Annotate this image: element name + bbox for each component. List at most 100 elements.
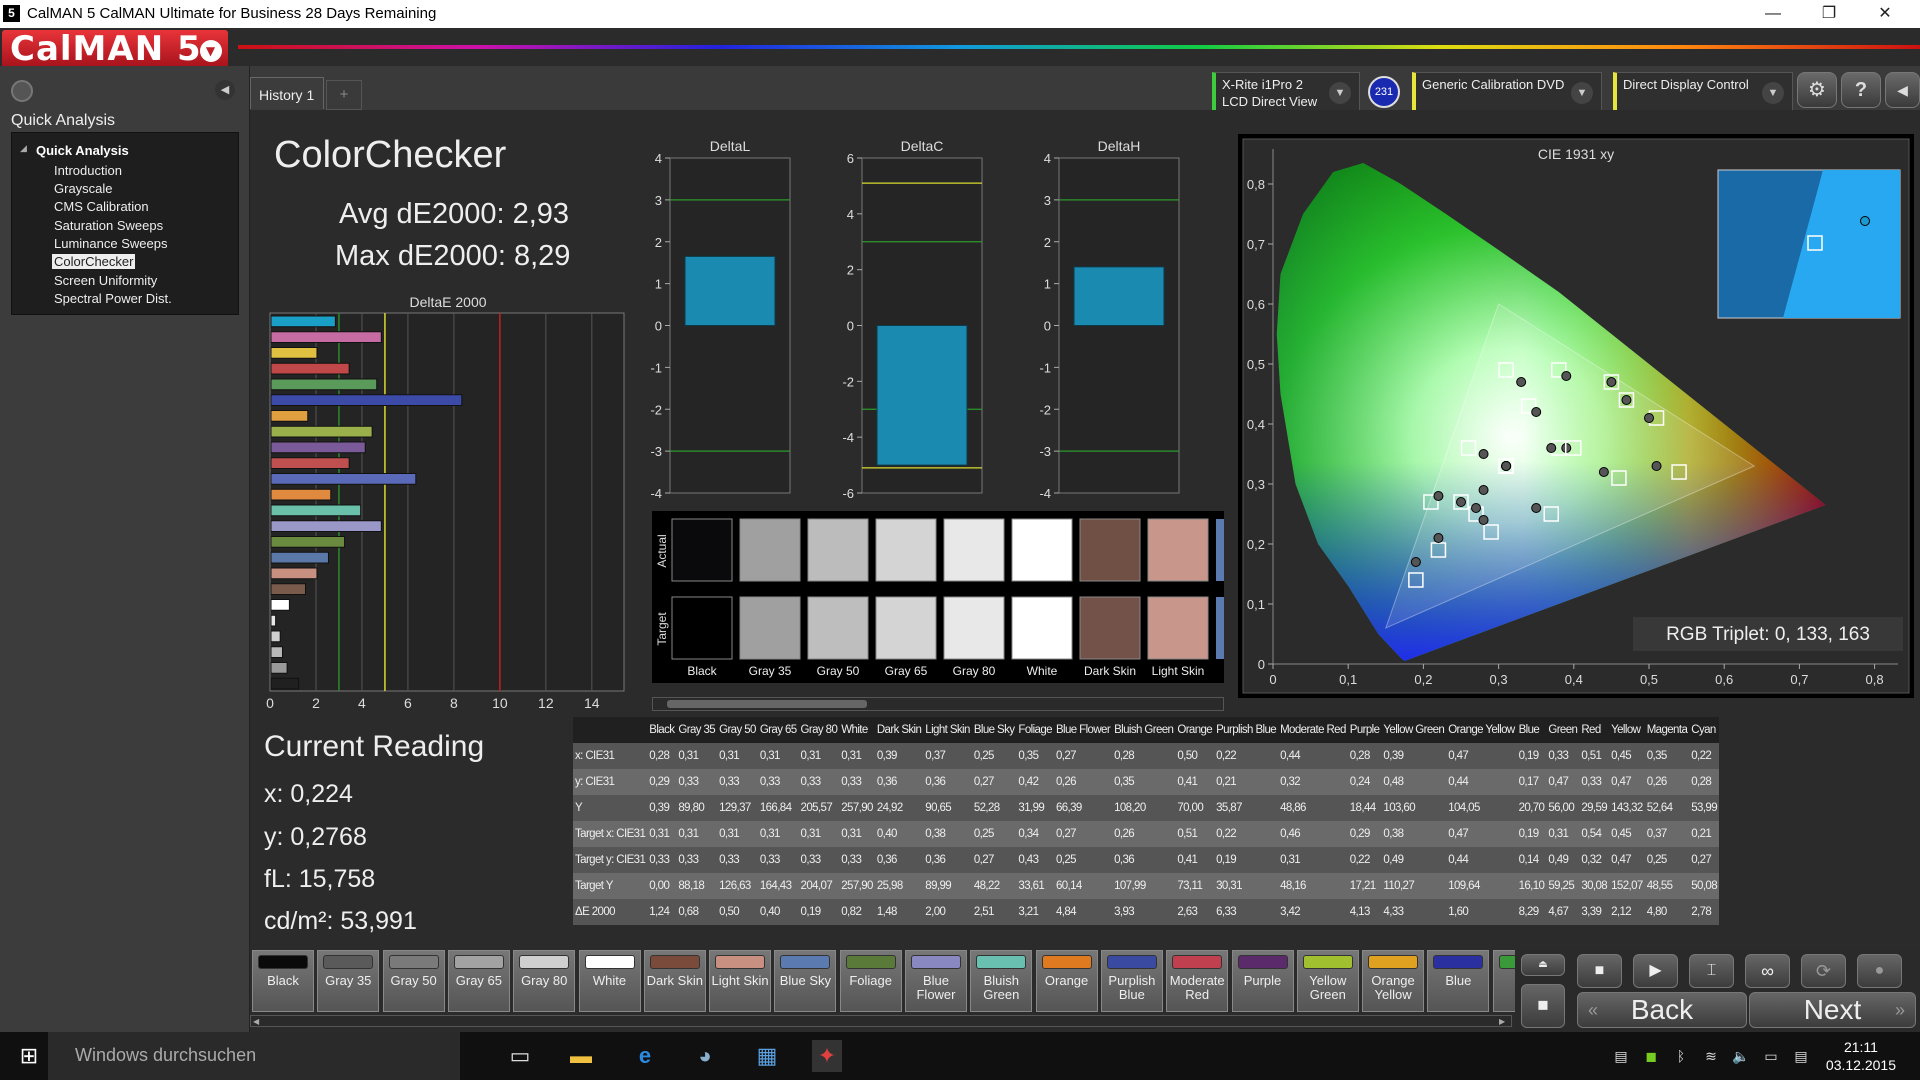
cie-ytick: 0,6	[1247, 297, 1265, 312]
collapse-sidebar-button[interactable]: ◀	[215, 80, 235, 100]
record-icon[interactable]: ●	[1857, 954, 1902, 988]
help-icon[interactable]: ?	[1841, 72, 1881, 108]
back-button[interactable]: « Back	[1577, 992, 1747, 1028]
patch-button[interactable]: Blue Flower	[905, 950, 967, 1012]
pin-button[interactable]	[11, 80, 33, 102]
calman-logo-button[interactable]: CalMAN 5 ▼	[2, 30, 228, 68]
dC-tick: -6	[842, 486, 854, 501]
close-button[interactable]: ✕	[1862, 0, 1908, 28]
patch-button[interactable]: Foliage	[839, 950, 902, 1012]
table-cell: 66,39	[1053, 795, 1113, 821]
table-header: Yellow Green	[1381, 717, 1447, 743]
refresh-icon[interactable]: ⟳	[1801, 954, 1846, 988]
app-pinned-icon[interactable]: ◕	[690, 1040, 720, 1072]
battery-icon[interactable]: ▭	[1756, 1040, 1786, 1072]
patch-button-label: Dark Skin	[646, 973, 703, 988]
scroll-left-icon[interactable]: ◀	[253, 1017, 263, 1026]
patch-button[interactable]: Gray 35	[317, 950, 380, 1012]
bluetooth-icon[interactable]: ᛒ	[1666, 1040, 1696, 1072]
stop-measure-icon[interactable]: ⏹	[1521, 984, 1565, 1028]
patch-chip	[649, 955, 700, 969]
store-icon[interactable]: ▦	[752, 1040, 782, 1072]
table-cell: 0,46	[1278, 821, 1348, 847]
dC-bar	[876, 325, 968, 466]
stop-icon[interactable]: ■	[1577, 954, 1622, 988]
rgb-triplet: RGB Triplet: 0, 133, 163	[1666, 624, 1870, 645]
meter-badge[interactable]: 231	[1368, 76, 1400, 108]
play-icon[interactable]: ▶	[1633, 954, 1678, 988]
patch-button[interactable]: Light Skin	[709, 950, 772, 1012]
table-header: Blue Flower	[1053, 717, 1113, 743]
patch-button[interactable]: Purple	[1231, 950, 1294, 1012]
patch-scrollbar[interactable]	[652, 697, 1224, 711]
patch-button[interactable]: Gray 80	[513, 950, 576, 1012]
table-cell: 152,07	[1609, 873, 1645, 899]
add-tab-button[interactable]: +	[326, 80, 362, 110]
loop-icon[interactable]: ∞	[1745, 954, 1790, 988]
tree-item-colorchecker[interactable]: ColorChecker	[52, 254, 136, 269]
table-cell: 0,68	[676, 899, 718, 925]
patch-button[interactable]: Orange Yellow	[1362, 950, 1425, 1012]
table-cell: 0,31	[647, 821, 677, 847]
source-selector[interactable]: Generic Calibration DVD ▼	[1412, 72, 1602, 112]
nvidia-tray-icon[interactable]: ◼	[1636, 1040, 1666, 1072]
measure-icon[interactable]: ⌶	[1689, 954, 1734, 988]
patch-button[interactable]: Gray 50	[382, 950, 445, 1012]
meter-selector[interactable]: X-Rite i1Pro 2 LCD Direct View ▼	[1212, 72, 1360, 112]
tree-root[interactable]: Quick Analysis	[36, 143, 129, 158]
patch-button[interactable]: Blue Sky	[774, 950, 837, 1012]
taskbar-search[interactable]: Windows durchsuchen	[48, 1032, 460, 1080]
display-selector[interactable]: Direct Display Control ▼	[1613, 72, 1793, 112]
table-cell: 2,51	[971, 899, 1017, 925]
patch-button[interactable]: Orange	[1035, 950, 1098, 1012]
tab-history[interactable]: History 1	[250, 77, 324, 109]
table-header: Gray 50	[717, 717, 758, 743]
notification-icon[interactable]: ▤	[1786, 1040, 1816, 1072]
windows-start-icon[interactable]: ⊞	[14, 1040, 44, 1072]
cie-xtick: 0,5	[1640, 672, 1658, 687]
tree-item-saturation-sweeps[interactable]: Saturation Sweeps	[52, 218, 165, 233]
actual-label: Actual	[655, 534, 669, 567]
network-icon[interactable]: ≋	[1696, 1040, 1726, 1072]
table-cell: 0,36	[874, 769, 924, 795]
tree-item-introduction[interactable]: Introduction	[52, 163, 124, 178]
dH-tick: 3	[1044, 193, 1051, 208]
file-explorer-icon[interactable]: ▬	[566, 1040, 596, 1072]
tree-item-cms-calibration[interactable]: CMS Calibration	[52, 199, 151, 214]
scroll-thumb[interactable]	[667, 700, 867, 708]
tree-item-spectral-power[interactable]: Spectral Power Dist.	[52, 291, 174, 306]
collapse-right-icon[interactable]: ◀	[1885, 72, 1920, 108]
patch-button[interactable]: Black	[252, 950, 314, 1012]
task-view-icon[interactable]: ▭	[505, 1040, 535, 1072]
tray-icon-1[interactable]: ▤	[1606, 1040, 1636, 1072]
scroll-right-icon[interactable]: ▶	[1499, 1017, 1509, 1026]
tree-item-grayscale[interactable]: Grayscale	[52, 181, 115, 196]
eject-up-icon[interactable]: ⏏	[1521, 954, 1565, 976]
patch-button[interactable]: Moderate Red	[1166, 950, 1229, 1012]
edge-browser-icon[interactable]: e	[630, 1040, 660, 1072]
target-patch	[943, 596, 1005, 660]
patch-button[interactable]: Blue	[1427, 950, 1490, 1012]
tree-expand-icon[interactable]: ◢	[20, 143, 27, 154]
table-cell: 0,39	[1381, 743, 1447, 769]
patch-button[interactable]: Dark Skin	[643, 950, 706, 1012]
maximize-button[interactable]: ❐	[1806, 0, 1852, 28]
page-title: ColorChecker	[274, 134, 507, 176]
volume-icon[interactable]: 🔈	[1726, 1040, 1756, 1072]
tree-item-screen-uniformity[interactable]: Screen Uniformity	[52, 273, 159, 288]
settings-gear-icon[interactable]: ⚙	[1797, 72, 1837, 108]
table-cell: 35,87	[1214, 795, 1279, 821]
next-button[interactable]: Next »	[1749, 992, 1916, 1028]
tree-item-luminance-sweeps[interactable]: Luminance Sweeps	[52, 236, 169, 251]
patch-button[interactable]: Bluish Green	[970, 950, 1033, 1012]
patch-button[interactable]: Yellow Green	[1296, 950, 1359, 1012]
table-cell: 0,19	[1214, 847, 1279, 873]
cie-xtick: 0,3	[1490, 672, 1508, 687]
clock[interactable]: 21:11 03.12.2015	[1826, 1038, 1896, 1074]
patch-button[interactable]: Gray 65	[447, 950, 510, 1012]
minimize-button[interactable]: —	[1750, 0, 1796, 28]
toolbar-scrollbar[interactable]: ◀ ▶	[250, 1015, 1512, 1027]
patch-button[interactable]: White	[578, 950, 641, 1012]
calman-taskbar-icon[interactable]: ✦	[812, 1040, 842, 1072]
patch-button[interactable]: Purplish Blue	[1100, 950, 1163, 1012]
